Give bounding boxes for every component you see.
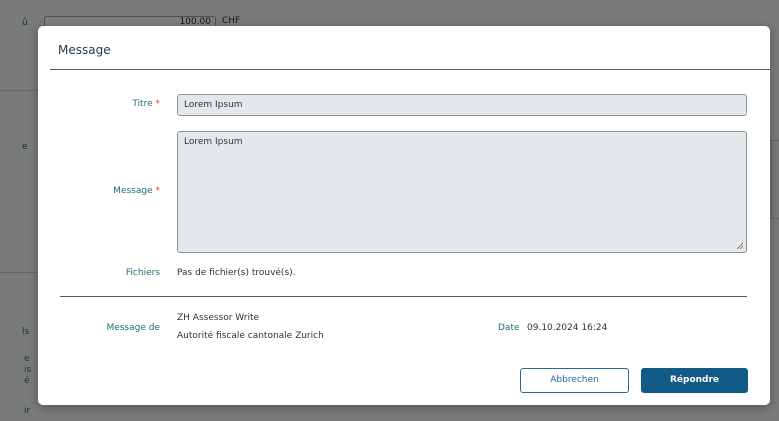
fichiers-label: Fichiers: [125, 268, 160, 278]
titre-label: Titre *: [132, 99, 160, 109]
message-label: Message *: [113, 186, 160, 196]
message-de-label: Message de: [106, 323, 160, 333]
page: û 100.00 CHF e ls e is é ir Message Titr…: [0, 0, 779, 421]
header-divider: [50, 69, 770, 70]
message-dialog: Message Titre * Lorem Ipsum Message * Lo…: [38, 26, 770, 405]
message-label-text: Message: [113, 186, 153, 196]
sender-name: ZH Assessor Write: [177, 313, 260, 323]
message-field-text: Lorem Ipsum: [184, 137, 243, 147]
titre-field[interactable]: Lorem Ipsum: [177, 94, 747, 116]
message-field[interactable]: Lorem Ipsum: [177, 131, 747, 253]
resize-handle-icon[interactable]: [736, 242, 744, 250]
dialog-title: Message: [58, 43, 111, 57]
date-value: 09.10.2024 16:24: [527, 323, 608, 333]
section-divider: [60, 296, 747, 297]
required-marker: *: [155, 186, 161, 196]
required-marker: *: [155, 99, 161, 109]
sender-organization: Autorité fiscale cantonale Zurich: [177, 331, 324, 341]
titre-label-text: Titre: [132, 99, 153, 109]
cancel-button[interactable]: Abbrechen: [520, 368, 629, 393]
date-label: Date: [498, 323, 520, 333]
fichiers-value: Pas de fichier(s) trouvé(s).: [177, 268, 296, 278]
reply-button[interactable]: Répondre: [641, 368, 748, 393]
